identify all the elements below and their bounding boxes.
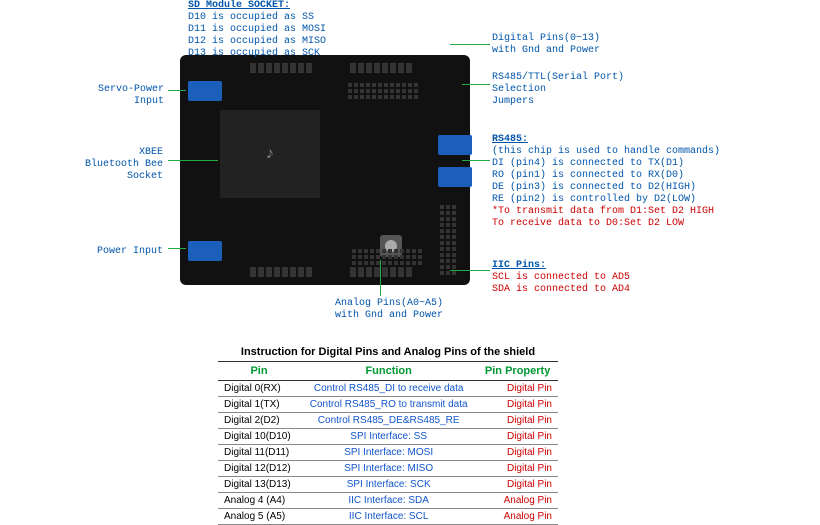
lead-line — [168, 90, 186, 91]
lead-line — [462, 160, 490, 161]
analog-pin-grid — [352, 249, 422, 265]
rs485-ttl-title: RS485/TTL(Serial Port) — [492, 72, 624, 83]
cell-property: Digital Pin — [477, 381, 558, 397]
board-pcb: ♪ — [180, 55, 470, 285]
cell-function: SPI Interface: SCK — [300, 477, 477, 493]
cell-pin: Analog 5 (A5) — [218, 509, 300, 525]
sd-module-line-3: D13 is occupied as SCK — [188, 48, 320, 59]
cell-pin: Digital 2(D2) — [218, 413, 300, 429]
cell-function: Control RS485_DI to receive data — [300, 381, 477, 397]
instruction-table: Instruction for Digital Pins and Analog … — [218, 343, 558, 525]
digital-pins-title: Digital Pins(0~13) — [492, 33, 600, 44]
rs485-line-2: DE (pin3) is connected to D2(HIGH) — [492, 182, 696, 193]
table-row: Analog 5 (A5)IIC Interface: SCLAnalog Pi… — [218, 509, 558, 525]
lead-line — [168, 160, 218, 161]
iic-scl: SCL is connected to AD5 — [492, 272, 630, 283]
iic-sda: SDA is connected to AD4 — [492, 284, 630, 295]
rs485-label: RS485: (this chip is used to handle comm… — [492, 134, 720, 230]
cell-function: Control RS485_DE&RS485_RE — [300, 413, 477, 429]
cell-function: SPI Interface: MISO — [300, 461, 477, 477]
rs485-terminal-b — [438, 167, 472, 187]
cell-property: Analog Pin — [477, 493, 558, 509]
cell-pin: Digital 12(D12) — [218, 461, 300, 477]
analog-pins-title: Analog Pins(A0~A5) — [335, 298, 443, 309]
cell-function: IIC Interface: SCL — [300, 509, 477, 525]
cell-pin: Digital 1(TX) — [218, 397, 300, 413]
table-row: Digital 0(RX)Control RS485_DI to receive… — [218, 381, 558, 397]
sd-module-title: SD Module SOCKET: — [188, 0, 290, 11]
pin-header-bottom-a — [250, 267, 312, 277]
digital-pin-grid — [348, 83, 418, 99]
cell-pin: Digital 10(D10) — [218, 429, 300, 445]
pin-header-top-b — [350, 63, 412, 73]
xbee-socket: ♪ — [220, 110, 320, 198]
lead-line — [450, 44, 490, 45]
cell-property: Digital Pin — [477, 445, 558, 461]
rs485-line-0: DI (pin4) is connected to TX(D1) — [492, 158, 684, 169]
cell-function: Control RS485_RO to transmit data — [300, 397, 477, 413]
power-input-label: Power Input — [97, 246, 163, 258]
table-row: Digital 10(D10)SPI Interface: SSDigital … — [218, 429, 558, 445]
cell-function: SPI Interface: MOSI — [300, 445, 477, 461]
pin-header-bottom-b — [350, 267, 412, 277]
sd-module-label: SD Module SOCKET: D10 is occupied as SS … — [188, 0, 326, 60]
pin-header-top-a — [250, 63, 312, 73]
servo-power-label: Servo-PowerInput — [98, 84, 164, 108]
rs485-note: (this chip is used to handle commands) — [492, 146, 720, 157]
lead-line — [450, 270, 490, 271]
table-row: Digital 2(D2)Control RS485_DE&RS485_REDi… — [218, 413, 558, 429]
rs485-line-3: RE (pin2) is controlled by D2(LOW) — [492, 194, 696, 205]
xbee-label: XBEEBluetooth BeeSocket — [85, 147, 163, 183]
analog-pins-sub: with Gnd and Power — [335, 310, 443, 321]
table-row: Digital 11(D11)SPI Interface: MOSIDigita… — [218, 445, 558, 461]
table-header-row: Pin Function Pin Property — [218, 362, 558, 381]
digital-pins-label: Digital Pins(0~13) with Gnd and Power — [492, 33, 600, 57]
cell-property: Digital Pin — [477, 397, 558, 413]
sd-module-line-0: D10 is occupied as SS — [188, 12, 314, 23]
diagram-container: ♪ SD Module SOCKET: D10 is occupied as S… — [0, 0, 820, 520]
cell-pin: Analog 4 (A4) — [218, 493, 300, 509]
cell-property: Digital Pin — [477, 461, 558, 477]
th-pin: Pin — [218, 362, 300, 381]
cell-property: Digital Pin — [477, 477, 558, 493]
table-row: Digital 13(D13)SPI Interface: SCKDigital… — [218, 477, 558, 493]
cell-pin: Digital 0(RX) — [218, 381, 300, 397]
cell-pin: Digital 13(D13) — [218, 477, 300, 493]
cell-pin: Digital 11(D11) — [218, 445, 300, 461]
xbee-logo-icon: ♪ — [265, 145, 275, 163]
th-property: Pin Property — [477, 362, 558, 381]
rs485-line-1: RO (pin1) is connected to RX(D0) — [492, 170, 684, 181]
rs485-red-1: *To transmit data from D1:Set D2 HIGH — [492, 206, 714, 217]
iic-pin-grid — [440, 205, 456, 275]
rs485-ttl-label: RS485/TTL(Serial Port) SelectionJumpers — [492, 72, 624, 108]
table-row: Digital 1(TX)Control RS485_RO to transmi… — [218, 397, 558, 413]
digital-pins-sub: with Gnd and Power — [492, 45, 600, 56]
table-title: Instruction for Digital Pins and Analog … — [218, 343, 558, 362]
analog-pins-label: Analog Pins(A0~A5) with Gnd and Power — [335, 298, 443, 322]
sd-module-line-1: D11 is occupied as MOSI — [188, 24, 326, 35]
cell-function: SPI Interface: SS — [300, 429, 477, 445]
lead-line — [168, 248, 186, 249]
cell-property: Digital Pin — [477, 413, 558, 429]
cell-property: Digital Pin — [477, 429, 558, 445]
table-row: Digital 12(D12)SPI Interface: MISODigita… — [218, 461, 558, 477]
cell-function: IIC Interface: SDA — [300, 493, 477, 509]
table-row: Analog 4 (A4)IIC Interface: SDAAnalog Pi… — [218, 493, 558, 509]
iic-title: IIC Pins: — [492, 260, 546, 271]
th-function: Function — [300, 362, 477, 381]
rs485-terminal-a — [438, 135, 472, 155]
lead-line — [462, 84, 490, 85]
iic-pins-label: IIC Pins: SCL is connected to AD5 SDA is… — [492, 260, 630, 296]
servo-power-terminal — [188, 81, 222, 101]
power-input-title: Power Input — [97, 246, 163, 257]
cell-property: Analog Pin — [477, 509, 558, 525]
rs485-red-2: To receive data to D0:Set D2 LOW — [492, 218, 684, 229]
power-input-terminal — [188, 241, 222, 261]
sd-module-line-2: D12 is occupied as MISO — [188, 36, 326, 47]
pin-function-table: Pin Function Pin Property Digital 0(RX)C… — [218, 362, 558, 525]
lead-line — [380, 260, 381, 296]
rs485-title: RS485: — [492, 134, 528, 145]
